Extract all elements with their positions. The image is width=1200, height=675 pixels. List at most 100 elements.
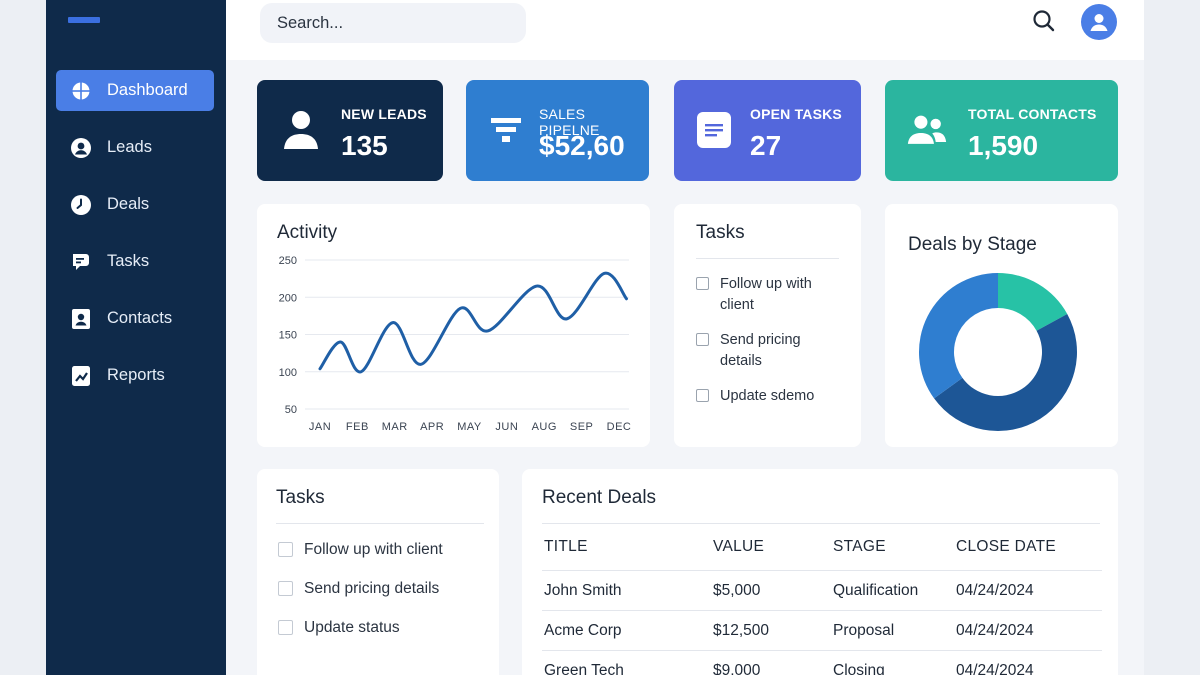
- sidebar-item-label: Tasks: [107, 252, 150, 270]
- sidebar-item-leads[interactable]: Leads: [56, 127, 214, 168]
- sidebar-item-tasks[interactable]: Tasks: [56, 241, 214, 282]
- task-text: Send pricing details: [304, 580, 440, 597]
- deal-stage: Closing: [831, 650, 954, 675]
- task-checkbox[interactable]: [696, 333, 709, 346]
- stat-label: OPEN TASKS: [750, 106, 842, 122]
- user-avatar[interactable]: [1081, 4, 1117, 40]
- task-checkbox[interactable]: [278, 581, 293, 596]
- task-text-line: Send pricing: [720, 332, 801, 348]
- user-icon: [1090, 14, 1108, 31]
- column-header[interactable]: STAGE: [831, 525, 954, 571]
- column-header[interactable]: CLOSE DATE: [954, 525, 1102, 571]
- logo-bar: [68, 17, 100, 23]
- report-icon: [70, 365, 92, 387]
- stat-card-sales-pipeline[interactable]: SALES PIPELNE $52,60: [466, 80, 649, 181]
- x-tick-label: SEP: [570, 421, 594, 433]
- y-tick-label: 50: [285, 404, 297, 416]
- y-tick-label: 250: [279, 255, 297, 267]
- table-row[interactable]: John Smith $5,000 Qualification 04/24/20…: [542, 570, 1102, 611]
- x-tick-label: APR: [420, 421, 444, 433]
- task-text: Follow up with client: [720, 274, 812, 316]
- y-tick-label: 100: [279, 367, 297, 379]
- search-placeholder: Search...: [277, 13, 344, 32]
- task-text: Update sdemo: [720, 388, 815, 404]
- x-tick-label: JUN: [495, 421, 518, 433]
- deal-title: Acme Corp: [542, 610, 711, 651]
- stat-card-new-leads[interactable]: NEW LEADS 135: [257, 80, 443, 181]
- deals-by-stage-card: Deals by Stage: [885, 204, 1118, 447]
- y-tick-label: 150: [279, 330, 297, 342]
- tasks-card: Tasks Follow up with client Send pricing…: [257, 469, 499, 675]
- task-text-line: client: [720, 297, 754, 313]
- sidebar-item-label: Contacts: [107, 309, 173, 327]
- recent-deals-card: Recent Deals TITLE VALUE STAGE CLOSE DAT…: [522, 469, 1118, 675]
- sidebar-item-label: Dashboard: [107, 81, 188, 99]
- stat-value: $52,60: [539, 130, 625, 161]
- x-tick-label: MAY: [457, 421, 482, 433]
- column-header[interactable]: TITLE: [542, 525, 711, 571]
- activity-chart: 50 100 150 200 250 JAN FEB MAR APR MAY JUN AUG SEP DE…: [279, 255, 631, 433]
- clock-icon: [70, 194, 92, 216]
- task-item: Update sdemo: [696, 386, 814, 407]
- card-title: Tasks: [276, 487, 325, 508]
- top-bar: Search...: [226, 0, 1144, 60]
- funnel-icon: [486, 108, 526, 152]
- sidebar-item-contacts[interactable]: Contacts: [56, 298, 214, 339]
- task-item: Send pricing details: [278, 578, 439, 599]
- task-checkbox[interactable]: [696, 389, 709, 402]
- task-text: Send pricing details: [720, 330, 801, 372]
- people-icon: [907, 108, 947, 152]
- search-input[interactable]: Search...: [260, 3, 526, 43]
- sidebar-item-reports[interactable]: Reports: [56, 355, 214, 396]
- task-item: Follow up with client: [278, 539, 443, 560]
- task-item: Send pricing details: [696, 330, 801, 372]
- sidebar-item-dashboard[interactable]: Dashboard: [56, 70, 214, 111]
- stat-value: 27: [750, 130, 782, 161]
- deal-close-date: 04/24/2024: [954, 610, 1102, 651]
- sidebar-item-deals[interactable]: Deals: [56, 184, 214, 225]
- deal-stage: Qualification: [831, 570, 954, 611]
- deal-close-date: 04/24/2024: [954, 570, 1102, 611]
- card-title: Recent Deals: [542, 487, 657, 508]
- table-row[interactable]: Acme Corp $12,500 Proposal 04/24/2024: [542, 610, 1102, 651]
- chat-icon: [70, 251, 92, 273]
- dashboard-icon: [70, 80, 92, 102]
- x-tick-label: MAR: [382, 421, 408, 433]
- sidebar-item-label: Deals: [107, 195, 150, 213]
- divider: [696, 258, 839, 259]
- y-tick-label: 200: [279, 292, 297, 304]
- stat-label: TOTAL CONTACTS: [968, 106, 1097, 122]
- deal-title: Green Tech: [542, 650, 711, 675]
- contact-card-icon: [70, 308, 92, 330]
- task-checkbox[interactable]: [278, 542, 293, 557]
- task-item: Follow up with client: [696, 274, 812, 316]
- sidebar-item-label: Leads: [107, 138, 152, 156]
- deal-value: $9,000: [711, 650, 831, 675]
- task-text-line: details: [720, 353, 762, 369]
- task-text-line: Follow up with: [720, 276, 812, 292]
- task-checkbox[interactable]: [278, 620, 293, 635]
- deal-close-date: 04/24/2024: [954, 650, 1102, 675]
- sidebar: Dashboard Leads Deals Tasks Contacts Rep…: [46, 0, 226, 675]
- stat-label: NEW LEADS: [341, 106, 427, 122]
- table-row[interactable]: Green Tech $9,000 Closing 04/24/2024: [542, 650, 1102, 675]
- sidebar-item-label: Reports: [107, 366, 165, 384]
- stat-value: 135: [341, 130, 388, 161]
- x-tick-label: FEB: [346, 421, 369, 433]
- deal-value: $5,000: [711, 570, 831, 611]
- stat-card-total-contacts[interactable]: TOTAL CONTACTS 1,590: [885, 80, 1118, 181]
- activity-card: Activity 50 100 150 200 250 JAN FEB MAR APR MAY JU…: [257, 204, 650, 447]
- sidebar-nav: Dashboard Leads Deals Tasks Contacts Rep…: [56, 70, 214, 412]
- deal-stage: Proposal: [831, 610, 954, 651]
- donut-slice[interactable]: [919, 273, 998, 399]
- search-icon[interactable]: [1032, 9, 1056, 33]
- document-icon: [694, 108, 734, 152]
- person-icon: [281, 108, 321, 152]
- column-header[interactable]: VALUE: [711, 525, 831, 571]
- x-tick-label: AUG: [532, 421, 557, 433]
- stat-card-open-tasks[interactable]: OPEN TASKS 27: [674, 80, 861, 181]
- deals-donut-chart: [919, 273, 1077, 432]
- app-window: Dashboard Leads Deals Tasks Contacts Rep…: [46, 0, 1144, 675]
- task-item: Update status: [278, 617, 400, 638]
- task-checkbox[interactable]: [696, 277, 709, 290]
